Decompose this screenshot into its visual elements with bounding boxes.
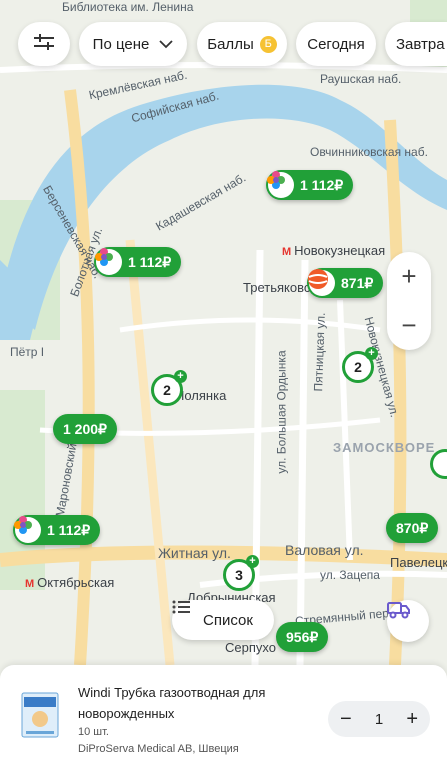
product-panel: Windi Трубка газоотводная для новорожден… [0,665,447,770]
price-pin[interactable]: 1 112₽ [266,170,354,200]
metro-serpukhovskaya: Серпухо [225,640,276,655]
price-pin[interactable]: 1 200₽ [53,414,117,444]
increase-button[interactable]: + [406,708,418,731]
points-label: Баллы [207,35,254,53]
decrease-button[interactable]: − [340,708,352,731]
street-label: Раушская наб. [320,72,402,86]
pin-price: 871₽ [341,274,374,291]
pin-price: 870₽ [396,519,429,536]
product-manufacturer: DiProServa Medical AB, Швеция [78,743,239,755]
zoom-in-button[interactable]: + [387,252,431,301]
points-filter-chip[interactable]: Баллы Б [197,22,287,66]
cluster-marker[interactable]: 2 + [342,347,378,383]
ball-logo-icon [433,452,447,476]
tomorrow-label: Завтра [396,35,445,53]
map-view[interactable]: Библиотека им. Ленина Кремлёвская наб. С… [0,0,447,665]
flower-logo-icon [14,516,41,543]
pin-price: 1 112₽ [47,521,91,538]
plus-icon: + [174,370,187,383]
delivery-button[interactable] [387,600,429,642]
pin-price: 1 112₽ [128,253,172,270]
street-label: Пятницкая ул. [311,312,328,392]
quantity-value: 1 [374,710,384,728]
points-badge-icon: Б [259,35,277,53]
price-pin[interactable]: 871₽ [307,268,384,298]
pin-price: 1 200₽ [63,420,107,437]
metro-paveletskaya: Павелецка [390,555,447,570]
price-pin[interactable]: 1 112₽ [13,515,101,545]
metro-oktyabrskaya: М Октябрьская [25,575,115,590]
pin-price: 956₽ [286,628,319,645]
cluster-marker[interactable]: 3 + [223,555,259,591]
monument-label: Пётр I [10,345,45,359]
street-label: ул. Зацепа [320,568,380,582]
street-label: ул. Большая Ордынка [274,350,289,474]
pin-price: 1 112₽ [300,176,344,193]
street-label: Библиотека им. Ленина [62,0,194,14]
district-label: ЗАМОСКВОРЕ [333,440,436,455]
filter-settings-button[interactable] [18,22,70,66]
product-title[interactable]: Windi Трубка газоотводная для новорожден… [78,682,318,724]
sort-dropdown[interactable]: По цене [79,22,187,66]
flower-logo-icon [95,248,122,275]
list-button-label: Список [203,611,253,629]
flower-logo-icon [267,171,294,198]
product-image[interactable] [20,689,60,741]
zoom-control: + − [387,252,431,350]
list-view-button[interactable]: Список [172,600,274,640]
street-label: Житная ул. [158,545,231,561]
today-filter-chip[interactable]: Сегодня [296,22,376,66]
sliders-icon [34,34,54,54]
street-label: Валовая ул. [285,542,364,558]
zoom-out-button[interactable]: − [387,301,431,350]
tomorrow-filter-chip[interactable]: Завтра [385,22,447,66]
price-pin[interactable]: 870₽ [386,513,439,543]
sort-label: По цене [92,35,150,53]
price-pin[interactable]: 1 112₽ [94,247,182,277]
quantity-stepper: − 1 + [328,701,430,737]
plus-icon: + [365,347,378,360]
chevron-down-icon [159,36,173,52]
metro-novokuznetskaya: М Новокузнецкая [282,243,386,258]
street-label: Овчинниковская наб. [310,145,428,159]
plus-icon: + [246,555,259,568]
cluster-marker[interactable]: 2 + [151,370,187,406]
ball-logo-icon [308,269,335,296]
product-quantity-text: 10 шт. [78,726,109,738]
today-label: Сегодня [307,35,365,53]
price-pin[interactable]: 956₽ [276,622,329,652]
